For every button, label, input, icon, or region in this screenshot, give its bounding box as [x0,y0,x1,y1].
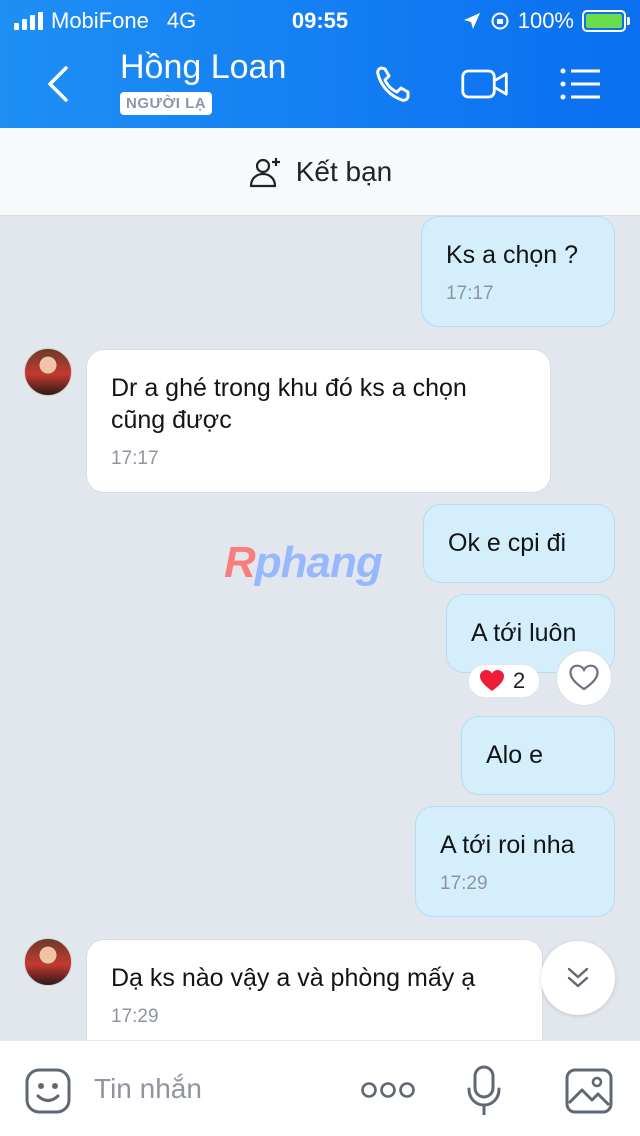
video-icon[interactable] [460,62,510,106]
heart-icon [480,670,504,691]
phone-icon[interactable] [370,62,420,106]
message-text: Ok e cpi đi [448,529,567,557]
location-icon [463,13,480,29]
message-time: 17:29 [111,1006,159,1027]
watermark-initial: R [224,538,256,587]
add-friend-label: Kết bạn [295,155,393,187]
message-bubble[interactable]: Dr a ghé trong khu đó ks a chọn cũng đượ… [86,349,551,493]
message-text: Dạ ks nào vậy a và phòng mấy ạ [111,964,476,992]
message-text-line: cũng được [111,406,232,434]
composer-bar: Tin nhắn [0,1040,640,1136]
message-input[interactable]: Tin nhắn [94,1073,202,1105]
message-text: A tới luôn [471,619,577,647]
sticker-icon[interactable] [24,1067,72,1115]
reaction-count: 2 [513,668,526,693]
mic-icon[interactable] [466,1065,502,1117]
reaction-summary[interactable]: 2 [468,664,541,698]
watermark-logo: Rphang [224,538,383,588]
message-bubble[interactable]: A tới roi nha 17:29 [415,806,615,917]
scroll-to-bottom-button[interactable] [541,941,615,1015]
menu-icon[interactable] [556,62,606,106]
message-text: Ks a chọn ? [446,241,579,269]
contact-name[interactable]: Hồng Loan [120,48,286,87]
watermark-text: phang [254,538,383,587]
avatar[interactable] [24,348,72,396]
message-time: 17:17 [111,448,159,469]
message-list[interactable]: Ks a chọn ? 17:17 Dr a ghé trong khu đó … [0,216,640,1040]
message-text-line: Dr a ghé trong khu đó ks a chọn [111,374,467,402]
scroll-down-icon [567,967,589,988]
react-button[interactable] [556,650,612,706]
message-time: 17:29 [440,873,488,894]
message-text: A tới roi nha [440,831,575,859]
message-bubble[interactable]: Dạ ks nào vậy a và phòng mấy ạ 17:29 [86,939,543,1040]
back-icon[interactable] [40,62,80,106]
battery-percent: 100% [517,8,574,33]
status-bar: MobiFone 4G 09:55 100% [0,0,640,42]
heart-outline-icon [569,664,599,691]
battery-icon [582,10,630,32]
rotation-lock-icon [491,12,509,30]
message-time: 17:17 [446,283,494,304]
message-bubble[interactable]: Ok e cpi đi [423,504,615,583]
message-bubble[interactable]: Ks a chọn ? 17:17 [421,216,615,327]
stranger-badge: NGƯỜI LẠ [120,92,213,115]
avatar[interactable] [24,938,72,986]
add-friend-icon [249,157,280,187]
message-bubble[interactable]: Alo e [461,716,615,795]
more-icon[interactable] [360,1079,416,1101]
image-icon[interactable] [564,1067,614,1115]
add-friend-button[interactable]: Kết bạn [0,128,640,216]
header-bar: MobiFone 4G 09:55 100% Hồng Loan NGƯỜI L… [0,0,640,128]
message-text: Alo e [486,741,543,769]
